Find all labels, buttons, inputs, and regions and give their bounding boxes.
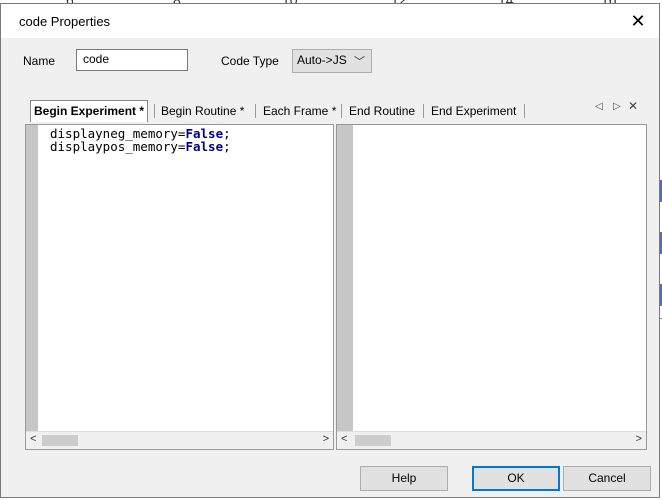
tab-separator <box>154 104 155 118</box>
code-line: displaypos_memory=False; <box>50 139 231 154</box>
tab-separator <box>341 104 342 118</box>
code-type-label: Code Type <box>221 54 279 68</box>
tab-begin-routine[interactable]: Begin Routine * <box>161 101 244 120</box>
ok-button[interactable]: OK <box>472 466 560 491</box>
tab-each-frame[interactable]: Each Frame * <box>263 101 336 120</box>
dialog-title: code Properties <box>19 14 111 29</box>
line-number-gutter <box>337 125 353 433</box>
scrollbar-thumb[interactable] <box>42 435 78 446</box>
code-text[interactable]: displayneg_memory=False; displaypos_memor… <box>50 127 231 153</box>
tab-scroll-right-icon[interactable]: ▷ <box>613 101 621 112</box>
code-type-value: Auto->JS <box>297 53 347 67</box>
tab-begin-experiment[interactable]: Begin Experiment * <box>30 100 149 122</box>
horizontal-scrollbar[interactable]: < > <box>337 431 646 449</box>
code-properties-dialog: code Properties ✕ Name code Code Type Au… <box>0 3 660 498</box>
close-icon[interactable]: ✕ <box>627 10 649 32</box>
tab-close-icon[interactable]: ✕ <box>628 99 638 113</box>
horizontal-scrollbar[interactable]: < > <box>26 431 333 449</box>
chevron-down-icon: ﹀ <box>354 56 365 68</box>
tab-scroll-left-icon[interactable]: ◁ <box>595 101 603 112</box>
name-field[interactable]: code <box>76 49 188 71</box>
scroll-right-icon[interactable]: > <box>323 433 329 445</box>
tab-end-routine[interactable]: End Routine <box>349 101 415 120</box>
scrollbar-thumb[interactable] <box>355 435 391 446</box>
code-type-select[interactable]: Auto->JS ﹀ <box>292 49 372 73</box>
scroll-left-icon[interactable]: < <box>30 433 36 445</box>
help-button[interactable]: Help <box>360 466 448 491</box>
code-editor-javascript[interactable]: < > <box>336 124 647 450</box>
name-label: Name <box>23 54 56 68</box>
cancel-button[interactable]: Cancel <box>563 466 651 491</box>
scroll-right-icon[interactable]: > <box>636 433 642 445</box>
scroll-left-icon[interactable]: < <box>341 433 347 445</box>
tab-separator <box>255 104 256 118</box>
code-editor-python[interactable]: displayneg_memory=False; displaypos_memor… <box>25 124 334 450</box>
tab-separator <box>423 104 424 118</box>
title-bar: code Properties ✕ <box>1 4 659 38</box>
tab-end-experiment[interactable]: End Experiment <box>431 101 516 120</box>
line-number-gutter <box>26 125 38 433</box>
tab-separator <box>524 104 525 118</box>
